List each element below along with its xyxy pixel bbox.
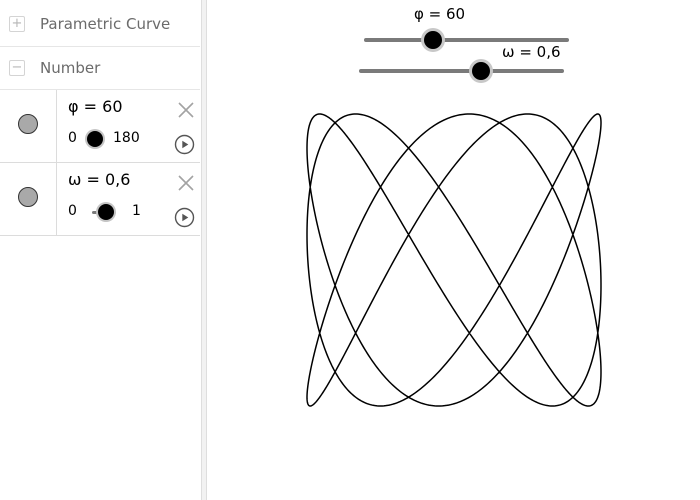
expand-icon[interactable]: + (9, 16, 25, 32)
group-header-number[interactable]: − Number (0, 47, 200, 90)
collapse-icon[interactable]: − (9, 60, 25, 76)
graphics-view[interactable]: φ = 60 ω = 0,6 (207, 0, 700, 500)
algebra-view: + Parametric Curve − Number φ = 60 0 180… (0, 0, 201, 500)
slider-min: 0 (68, 203, 77, 219)
visibility-toggle-icon[interactable] (18, 187, 38, 207)
mini-slider: 0 1 (68, 201, 178, 221)
slider-max: 180 (113, 130, 140, 146)
algebra-item-omega[interactable]: ω = 0,6 0 1 (0, 163, 200, 236)
visibility-cell (0, 90, 57, 162)
group-header-parametric-curve[interactable]: + Parametric Curve (0, 2, 200, 47)
play-icon[interactable] (174, 134, 195, 155)
slider-min: 0 (68, 130, 77, 146)
close-icon[interactable] (176, 100, 196, 120)
slider-knob[interactable] (98, 204, 114, 220)
parametric-curve-canvas (306, 113, 602, 407)
group-label: Number (40, 59, 101, 77)
parametric-curve[interactable] (306, 113, 602, 407)
visibility-cell (0, 163, 57, 235)
slider-knob[interactable] (87, 131, 103, 147)
mini-slider: 0 180 (68, 128, 178, 148)
slider-max: 1 (132, 203, 141, 219)
play-icon[interactable] (174, 207, 195, 228)
item-definition[interactable]: ω = 0,6 (68, 170, 130, 189)
item-definition[interactable]: φ = 60 (68, 97, 123, 116)
group-label: Parametric Curve (40, 15, 171, 33)
close-icon[interactable] (176, 173, 196, 193)
visibility-toggle-icon[interactable] (18, 114, 38, 134)
algebra-item-phi[interactable]: φ = 60 0 180 (0, 90, 200, 163)
